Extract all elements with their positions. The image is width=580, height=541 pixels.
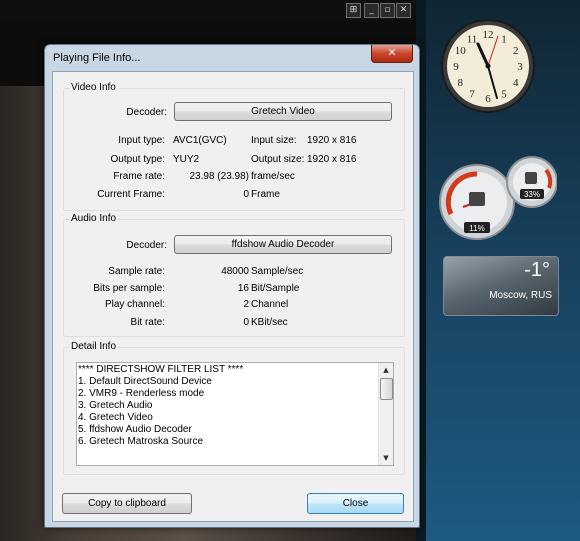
weather-gadget[interactable]: -1° Moscow, RUS — [443, 256, 559, 316]
clock-center — [485, 63, 491, 69]
input-type-value: AVC1(GVC) — [173, 135, 227, 146]
detail-line: 6. Gretech Matroska Source — [78, 436, 204, 447]
cpu-chip-icon — [469, 192, 485, 206]
detail-info-heading: Detail Info — [69, 341, 119, 352]
bits-per-sample-unit: Bit/Sample — [251, 283, 300, 294]
bit-rate-value: 0 — [243, 317, 249, 328]
detail-info-textbox[interactable]: **** DIRECTSHOW FILTER LIST **** 1. Defau… — [76, 362, 394, 466]
video-decoder-button[interactable]: Gretech Video — [174, 102, 392, 121]
clock-gadget[interactable]: 12 12 3 45678 9 1011 — [440, 18, 536, 114]
frame-rate-value: 23.98 (23.98) — [189, 171, 250, 182]
output-size-value: 1920 x 816 — [307, 154, 357, 165]
detail-scrollbar[interactable]: ▲ ▼ — [378, 363, 393, 465]
clock-number: 9 — [453, 61, 459, 73]
detail-line: 1. Default DirectSound Device — [78, 376, 212, 387]
scroll-thumb[interactable] — [380, 378, 393, 400]
player-maximize-button[interactable]: ▫ — [380, 3, 395, 18]
detail-line: **** DIRECTSHOW FILTER LIST **** — [78, 364, 244, 375]
current-frame-value: 0 — [243, 189, 249, 200]
dialog-title: Playing File Info... — [53, 52, 141, 64]
scroll-down-arrow-icon[interactable]: ▼ — [379, 451, 393, 465]
detail-info-group: Detail Info **** DIRECTSHOW FILTER LIST … — [63, 341, 405, 475]
weather-city: Moscow, RUS — [489, 290, 552, 301]
memory-chip-icon — [525, 172, 537, 184]
sample-rate-value: 48000 — [221, 266, 249, 277]
current-frame-label: Current Frame: — [97, 189, 165, 200]
audio-info-heading: Audio Info — [69, 213, 119, 224]
input-size-label: Input size: — [251, 135, 297, 146]
clock-number: 12 — [483, 29, 494, 41]
bits-per-sample-value: 16 — [237, 283, 249, 294]
cpu-meter-gadget[interactable]: 11% 33% — [437, 152, 557, 242]
clock-number: 1 — [501, 33, 507, 45]
video-info-heading: Video Info — [69, 82, 118, 93]
player-titlebar: ⊞ _ ▫ ✕ — [0, 0, 416, 20]
close-button[interactable]: Close — [307, 493, 404, 514]
dialog-close-button[interactable]: ✕ — [371, 45, 413, 63]
frame-rate-label: Frame rate: — [113, 171, 165, 182]
play-channel-unit: Channel — [251, 299, 289, 310]
weather-temperature: -1° — [524, 259, 550, 281]
playing-file-info-dialog: Playing File Info... ✕ Video Info Decode… — [44, 44, 420, 528]
detail-lines: **** DIRECTSHOW FILTER LIST **** 1. Defau… — [78, 364, 378, 448]
play-channel-value: 2 — [243, 299, 249, 310]
player-layout-button[interactable]: ⊞ — [346, 3, 361, 18]
bit-rate-label: Bit rate: — [130, 317, 165, 328]
player-close-button[interactable]: ✕ — [396, 3, 411, 18]
sample-rate-label: Sample rate: — [108, 266, 165, 277]
clock-number: 2 — [513, 45, 519, 57]
clock-number: 8 — [458, 77, 464, 89]
video-decoder-label: Decoder: — [126, 107, 167, 118]
clock-number: 10 — [455, 45, 467, 57]
audio-decoder-label: Decoder: — [126, 240, 167, 251]
audio-info-group: Audio Info Decoder: ffdshow Audio Decode… — [63, 213, 405, 337]
memory-percent-label: 33% — [524, 190, 540, 199]
clock-number: 4 — [513, 77, 519, 89]
input-type-label: Input type: — [118, 135, 165, 146]
output-size-label: Output size: — [251, 154, 305, 165]
bits-per-sample-label: Bits per sample: — [93, 283, 165, 294]
output-type-label: Output type: — [110, 154, 165, 165]
cpu-percent-label: 11% — [469, 224, 484, 233]
player-minimize-button[interactable]: _ — [364, 3, 379, 18]
detail-line: 4. Gretech Video — [78, 412, 153, 423]
detail-line: 3. Gretech Audio — [78, 400, 153, 411]
current-frame-unit: Frame — [251, 189, 280, 200]
frame-rate-unit: frame/sec — [251, 171, 295, 182]
clock-number: 3 — [517, 61, 523, 73]
clock-number: 6 — [485, 93, 491, 105]
bit-rate-unit: KBit/sec — [251, 317, 288, 328]
output-type-value: YUY2 — [173, 154, 200, 165]
scroll-up-arrow-icon[interactable]: ▲ — [379, 363, 393, 377]
clock-number: 5 — [501, 89, 507, 101]
copy-to-clipboard-button[interactable]: Copy to clipboard — [62, 493, 192, 514]
detail-line: 5. ffdshow Audio Decoder — [78, 424, 192, 435]
clock-number: 7 — [469, 89, 475, 101]
detail-line: 2. VMR9 - Renderless mode — [78, 388, 205, 399]
video-info-group: Video Info Decoder: Gretech Video Input … — [63, 82, 405, 211]
audio-decoder-button[interactable]: ffdshow Audio Decoder — [174, 235, 392, 254]
dialog-client-area: Video Info Decoder: Gretech Video Input … — [52, 71, 414, 522]
play-channel-label: Play channel: — [104, 299, 165, 310]
input-size-value: 1920 x 816 — [307, 135, 357, 146]
clock-number: 11 — [467, 33, 478, 45]
sample-rate-unit: Sample/sec — [251, 266, 304, 277]
